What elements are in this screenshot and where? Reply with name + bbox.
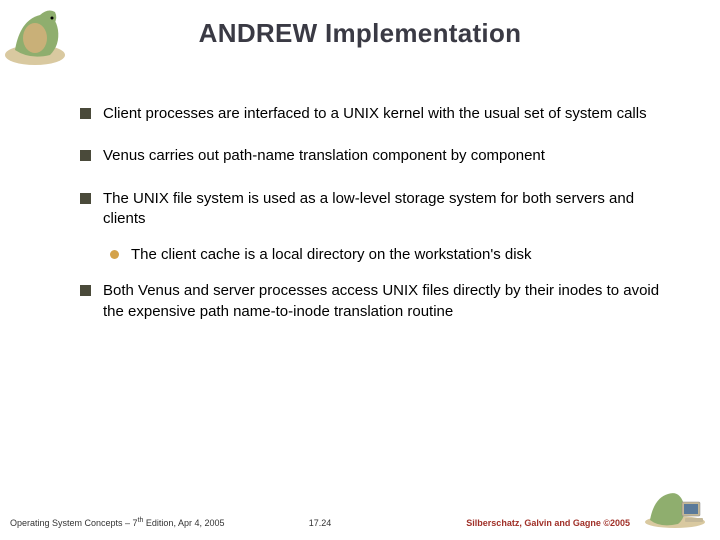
- sub-bullet-item: The client cache is a local directory on…: [110, 245, 660, 265]
- bullet-item: Venus carries out path-name translation …: [80, 146, 660, 166]
- footer: Operating System Concepts – 7th Edition,…: [0, 517, 720, 528]
- footer-left-prefix: Operating System Concepts – 7: [10, 518, 138, 528]
- bullet-text: Both Venus and server processes access U…: [103, 281, 660, 322]
- content-body: Client processes are interfaced to a UNI…: [80, 104, 660, 322]
- square-bullet-icon: [80, 285, 91, 296]
- bullet-item: The UNIX file system is used as a low-le…: [80, 189, 660, 230]
- square-bullet-icon: [80, 193, 91, 204]
- slide: ANDREW Implementation Client processes a…: [0, 0, 720, 540]
- footer-right: Silberschatz, Galvin and Gagne ©2005: [351, 518, 630, 528]
- footer-center: 17.24: [289, 518, 352, 528]
- dinosaur-illustration-top: [0, 0, 80, 70]
- bullet-item: Client processes are interfaced to a UNI…: [80, 104, 660, 124]
- square-bullet-icon: [80, 108, 91, 119]
- bullet-text: Client processes are interfaced to a UNI…: [103, 104, 660, 124]
- footer-left-suffix: Edition, Apr 4, 2005: [143, 518, 224, 528]
- page-title: ANDREW Implementation: [0, 0, 720, 49]
- bullet-item: Both Venus and server processes access U…: [80, 281, 660, 322]
- circle-bullet-icon: [110, 250, 119, 259]
- sub-bullet-text: The client cache is a local directory on…: [131, 245, 660, 265]
- bullet-text: Venus carries out path-name translation …: [103, 146, 660, 166]
- bullet-text: The UNIX file system is used as a low-le…: [103, 189, 660, 230]
- square-bullet-icon: [80, 150, 91, 161]
- footer-left: Operating System Concepts – 7th Edition,…: [10, 517, 289, 528]
